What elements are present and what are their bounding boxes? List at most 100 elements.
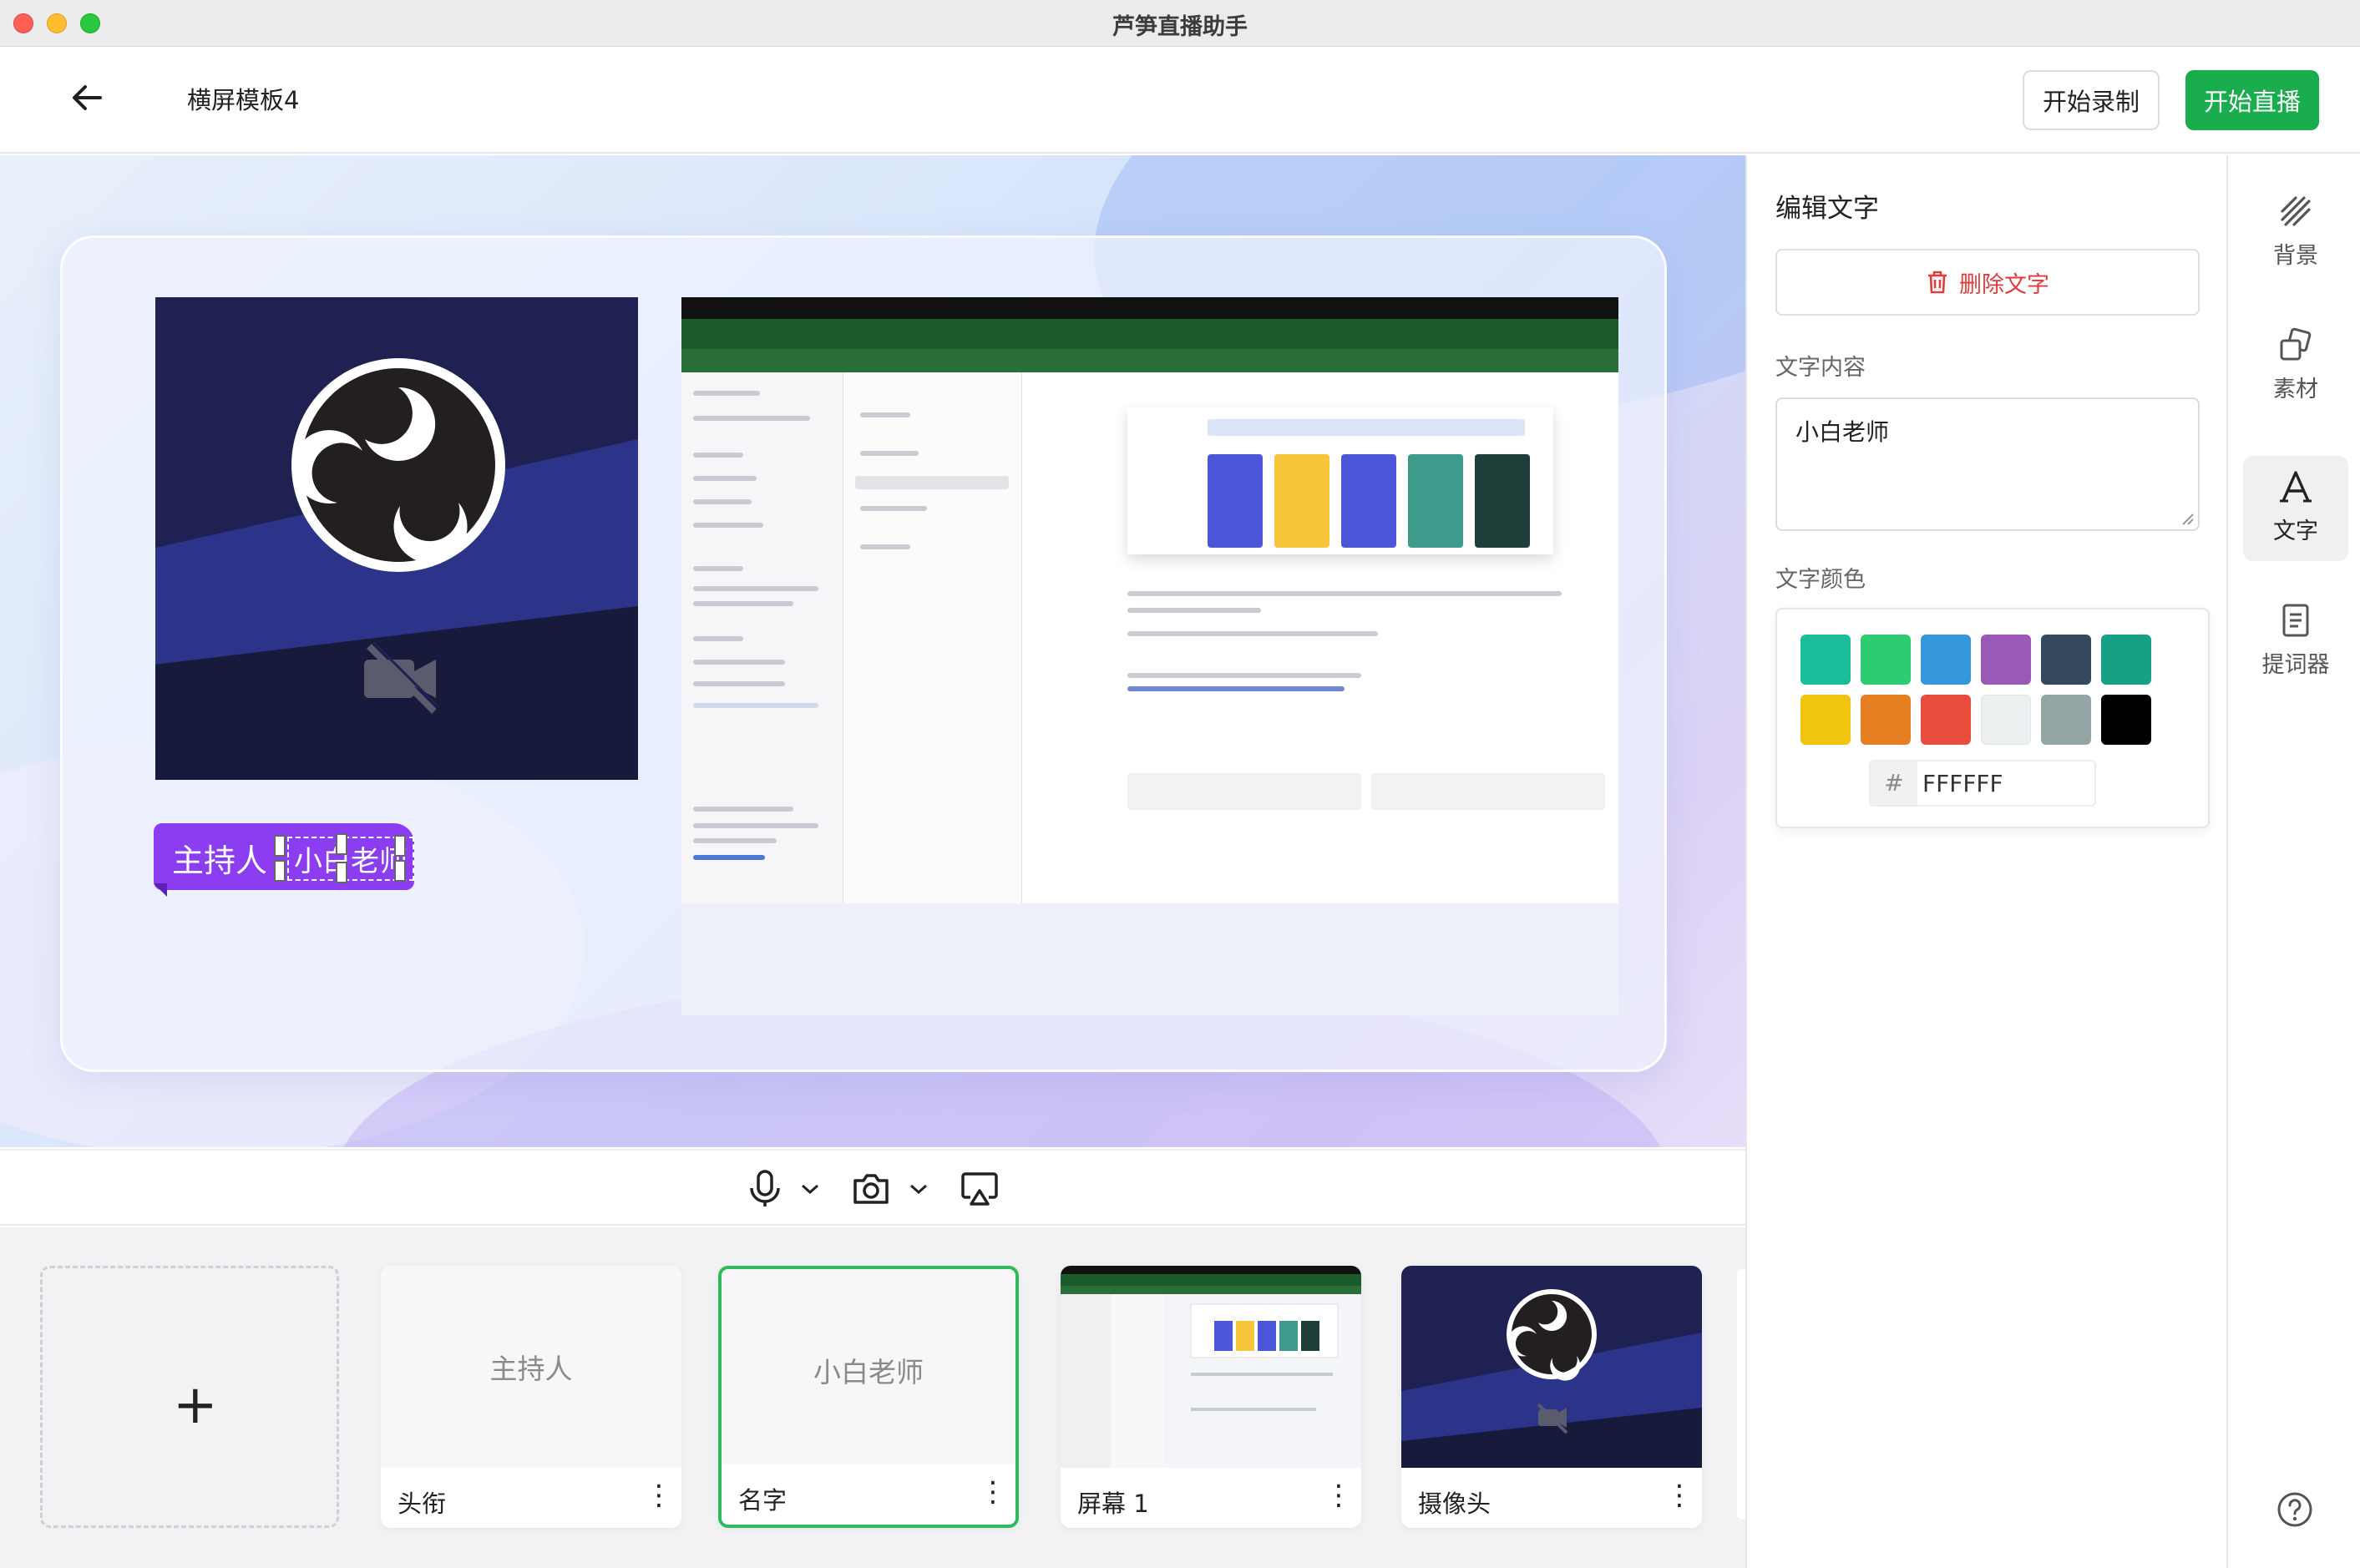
resize-handle[interactable] — [274, 860, 286, 882]
source-preview: 小白老师 — [722, 1269, 1015, 1471]
more-options-icon[interactable]: ⋮ — [979, 1478, 1007, 1511]
panel-title: 编辑文字 — [1775, 194, 1879, 224]
header: 横屏模板4 开始录制 开始直播 — [0, 48, 2360, 154]
content-label: 文字内容 — [1775, 355, 1866, 381]
teleprompter-icon — [2276, 601, 2315, 640]
screen-doc-list — [843, 372, 1022, 903]
plus-icon: + — [173, 1374, 218, 1436]
color-swatch[interactable] — [1861, 695, 1911, 745]
help-button[interactable] — [2276, 1491, 2313, 1528]
source-label: 头衔 — [398, 1490, 447, 1518]
nav-label: 素材 — [2273, 377, 2318, 402]
nav-label: 文字 — [2273, 518, 2318, 544]
screen-browser-tabs — [681, 319, 1618, 349]
resize-handle[interactable] — [394, 835, 406, 857]
trash-icon — [1928, 271, 1947, 294]
color-swatch[interactable] — [1981, 635, 2031, 685]
nav-item-background[interactable]: 背景 — [2243, 180, 2348, 286]
nav-label: 背景 — [2273, 243, 2318, 269]
source-card-headline[interactable]: 主持人 头衔 ⋮ — [381, 1266, 681, 1528]
source-preview-screen — [1061, 1266, 1361, 1468]
window-title: 芦笋直播助手 — [1112, 14, 1248, 40]
help-icon — [2277, 1492, 2312, 1527]
screen-menubar — [681, 297, 1618, 319]
color-swatch[interactable] — [1800, 635, 1851, 685]
microphone-button[interactable] — [748, 1167, 782, 1211]
delete-text-label: 删除文字 — [1959, 271, 2049, 298]
airplay-icon — [961, 1172, 998, 1206]
more-options-icon[interactable]: ⋮ — [645, 1481, 673, 1515]
arrow-left-icon — [73, 85, 102, 110]
nav-label: 提词器 — [2261, 652, 2330, 678]
delete-text-button[interactable]: 删除文字 — [1775, 249, 2200, 316]
resize-handle[interactable] — [336, 862, 347, 883]
source-preview: 主持人 — [381, 1266, 681, 1468]
color-swatch[interactable] — [1921, 695, 1971, 745]
source-tray: + 主持人 头衔 ⋮ 小白老师 名字 ⋮ 屏幕 1 ⋮ 摄像头 ⋮ — [0, 1227, 1745, 1568]
hex-color-input[interactable] — [1922, 765, 2089, 802]
color-swatch[interactable] — [1921, 635, 1971, 685]
resize-handle[interactable] — [394, 860, 406, 882]
back-button[interactable] — [67, 78, 107, 118]
color-swatch[interactable] — [2041, 635, 2091, 685]
nav-item-material[interactable]: 素材 — [2243, 314, 2348, 419]
color-swatch[interactable] — [1861, 635, 1911, 685]
resize-handle[interactable] — [274, 835, 286, 857]
obs-logo — [289, 356, 508, 578]
start-live-button[interactable]: 开始直播 — [2185, 70, 2319, 130]
color-swatch[interactable] — [2101, 695, 2151, 745]
color-swatch[interactable] — [2041, 695, 2091, 745]
hash-prefix: # — [1871, 761, 1917, 805]
source-card-name[interactable]: 小白老师 名字 ⋮ — [718, 1266, 1019, 1528]
source-card-camera[interactable]: 摄像头 ⋮ — [1401, 1266, 1702, 1528]
screen-share-button[interactable] — [960, 1167, 999, 1211]
color-label: 文字颜色 — [1775, 567, 1866, 593]
color-picker: # — [1775, 608, 2210, 828]
name-tag-fold — [154, 883, 167, 897]
resize-grip-icon[interactable] — [2181, 513, 2195, 526]
camera-icon — [853, 1174, 889, 1204]
title-bar: 芦笋直播助手 — [0, 0, 2360, 47]
source-label: 名字 — [738, 1486, 788, 1515]
microphone-icon — [750, 1170, 780, 1206]
screen-empty-area — [681, 903, 1618, 1015]
media-toolbar — [0, 1149, 1745, 1226]
more-options-icon[interactable]: ⋮ — [1665, 1481, 1694, 1515]
screen-sidebar — [681, 372, 843, 903]
camera-off-icon — [361, 638, 441, 721]
template-name: 横屏模板4 — [187, 86, 300, 114]
right-nav: 背景 素材 文字 提词器 — [2226, 155, 2360, 1568]
add-source-button[interactable]: + — [40, 1266, 339, 1528]
name-tag-overlay[interactable]: 主持人 小白老师 — [154, 823, 414, 897]
more-options-icon[interactable]: ⋮ — [1324, 1481, 1353, 1515]
nav-item-teleprompter[interactable]: 提词器 — [2243, 589, 2348, 695]
nav-item-text[interactable]: 文字 — [2243, 456, 2348, 561]
text-content-input[interactable] — [1775, 397, 2200, 531]
source-card-screen[interactable]: 屏幕 1 ⋮ — [1061, 1266, 1361, 1528]
material-icon — [2276, 326, 2315, 364]
chevron-down-icon — [910, 1184, 927, 1195]
chevron-down-icon — [802, 1184, 818, 1195]
tray-scroll-edge — [1737, 1269, 1745, 1520]
stage-canvas[interactable]: 主持人 小白老师 — [0, 155, 1745, 1147]
color-swatch[interactable] — [2101, 635, 2151, 685]
camera-dropdown[interactable] — [909, 1167, 929, 1211]
start-recording-button[interactable]: 开始录制 — [2023, 70, 2160, 130]
screen-doc-content — [1022, 372, 1618, 903]
camera-feed[interactable] — [155, 297, 638, 780]
camera-button[interactable] — [852, 1167, 890, 1211]
microphone-dropdown[interactable] — [800, 1167, 820, 1211]
text-icon — [2276, 468, 2315, 506]
source-label: 摄像头 — [1418, 1490, 1491, 1518]
source-preview-camera — [1401, 1266, 1702, 1468]
background-icon — [2276, 192, 2315, 230]
hex-field[interactable]: # — [1869, 760, 2096, 807]
source-label: 屏幕 1 — [1077, 1490, 1149, 1518]
screen-browser-url — [681, 349, 1618, 372]
color-swatch[interactable] — [1981, 695, 2031, 745]
color-swatch[interactable] — [1800, 695, 1851, 745]
screen-share-feed[interactable] — [681, 297, 1618, 1015]
text-edit-panel: 编辑文字 删除文字 文字内容 文字颜色 # — [1745, 155, 2226, 1568]
resize-handle[interactable] — [336, 833, 347, 855]
name-tag-title: 主持人 — [172, 842, 268, 879]
